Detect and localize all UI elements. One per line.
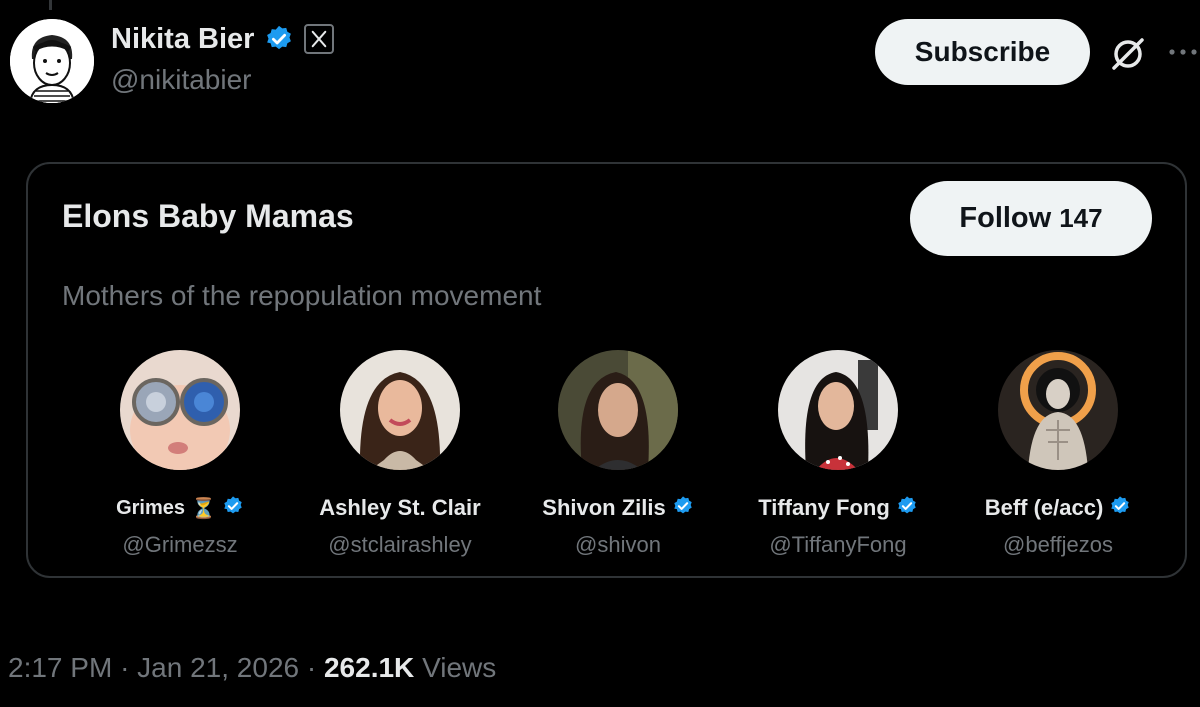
cartoon-portrait-icon xyxy=(10,19,94,103)
list-member[interactable]: Ashley St. Clair @stclairashley xyxy=(290,350,510,558)
member-name[interactable]: Shivon Zilis xyxy=(542,495,665,521)
more-dots-icon[interactable] xyxy=(1167,42,1200,62)
verified-badge-icon xyxy=(896,495,918,522)
member-name[interactable]: Tiffany Fong xyxy=(758,495,890,521)
member-name[interactable]: Beff (e/acc) xyxy=(985,495,1104,521)
follow-label: Follow xyxy=(959,202,1052,234)
member-avatar[interactable] xyxy=(120,350,240,470)
member-handle[interactable]: @shivon xyxy=(575,532,661,558)
list-member[interactable]: Grimes ⏳ @Grimezsz xyxy=(70,350,290,558)
verified-badge-icon[interactable] xyxy=(264,24,294,54)
post-date[interactable]: Jan 21, 2026 xyxy=(137,652,299,683)
member-avatar[interactable] xyxy=(778,350,898,470)
separator: · xyxy=(120,652,130,683)
author-handle[interactable]: @nikitabier xyxy=(111,64,251,96)
member-name-row: Tiffany Fong xyxy=(758,492,918,524)
member-name-row: Shivon Zilis xyxy=(542,492,693,524)
verified-badge-icon xyxy=(1109,495,1131,522)
list-title[interactable]: Elons Baby Mamas xyxy=(62,198,354,235)
author-display-name[interactable]: Nikita Bier xyxy=(111,23,254,56)
grok-icon[interactable] xyxy=(1108,34,1148,74)
hourglass-icon: ⏳ xyxy=(191,497,216,520)
member-avatar[interactable] xyxy=(340,350,460,470)
follow-list-button[interactable]: Follow 147 xyxy=(910,181,1152,256)
member-handle[interactable]: @Grimezsz xyxy=(122,532,237,558)
list-member[interactable]: Tiffany Fong @TiffanyFong xyxy=(728,350,948,558)
views-label: Views xyxy=(422,652,497,683)
member-handle[interactable]: @stclairashley xyxy=(328,532,471,558)
verified-badge-icon xyxy=(672,495,694,522)
member-avatar[interactable] xyxy=(558,350,678,470)
member-name-row: Ashley St. Clair xyxy=(319,492,480,524)
member-name-row: Grimes ⏳ xyxy=(116,492,244,524)
member-handle[interactable]: @beffjezos xyxy=(1003,532,1113,558)
list-member[interactable]: Beff (e/acc) @beffjezos xyxy=(948,350,1168,558)
author-name-row: Nikita Bier xyxy=(111,20,335,58)
member-name-row: Beff (e/acc) xyxy=(985,492,1132,524)
member-name[interactable]: Grimes xyxy=(116,497,185,520)
separator: · xyxy=(306,652,317,683)
member-avatar[interactable] xyxy=(998,350,1118,470)
post-metadata: 2:17 PM · Jan 21, 2026 · 262.1K Views xyxy=(8,652,496,684)
x-affiliate-badge-icon[interactable] xyxy=(304,24,335,54)
views-count[interactable]: 262.1K xyxy=(324,652,414,683)
verified-badge-icon xyxy=(222,495,244,522)
follow-count: 147 xyxy=(1059,203,1103,233)
member-handle[interactable]: @TiffanyFong xyxy=(769,532,906,558)
thread-connector-line xyxy=(49,0,52,10)
list-member[interactable]: Shivon Zilis @shivon xyxy=(508,350,728,558)
member-name[interactable]: Ashley St. Clair xyxy=(319,495,480,521)
subscribe-button[interactable]: Subscribe xyxy=(875,19,1090,85)
post-time[interactable]: 2:17 PM xyxy=(8,652,112,683)
list-description: Mothers of the repopulation movement xyxy=(62,280,542,311)
author-avatar[interactable] xyxy=(10,19,94,103)
